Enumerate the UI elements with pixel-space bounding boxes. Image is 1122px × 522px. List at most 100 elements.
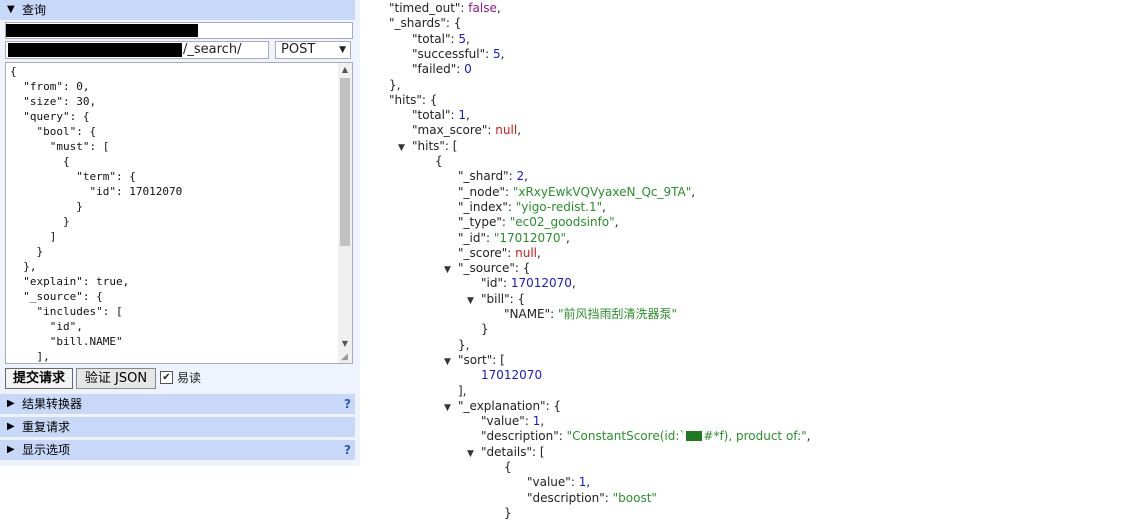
json-line: }	[481, 322, 489, 337]
json-line: "description": "boost"	[527, 491, 657, 506]
expand-toggle-icon[interactable]: ▼	[444, 355, 458, 370]
request-path-suffix: /_search/	[183, 42, 242, 57]
json-value: "boost"	[612, 490, 657, 505]
json-key: "value":	[481, 414, 533, 429]
request-path-row: /_search/ POST ▼	[5, 41, 351, 59]
query-section-header[interactable]: ▼ 查询	[0, 0, 355, 20]
json-punct: },	[389, 77, 401, 92]
json-line: "value": 1,	[481, 414, 544, 429]
json-key: "id":	[481, 276, 511, 291]
json-key: "sort":	[458, 352, 501, 367]
display-options-header[interactable]: ▶ 显示选项 ?	[0, 440, 355, 460]
json-punct: ,	[465, 108, 470, 123]
json-value: 0	[464, 62, 472, 77]
json-punct: ,	[586, 475, 591, 490]
submit-request-button[interactable]: 提交请求	[5, 368, 73, 389]
json-punct: {	[504, 460, 512, 474]
json-punct: ,	[571, 276, 576, 291]
json-punct: ,	[537, 245, 541, 260]
help-icon[interactable]: ?	[344, 394, 351, 414]
help-icon[interactable]: ?	[344, 440, 351, 460]
json-key: "_shard":	[458, 169, 517, 184]
scroll-up-icon[interactable]: ▲	[338, 63, 352, 77]
json-line: {	[435, 154, 443, 169]
collapse-triangle-icon[interactable]: ▼	[7, 0, 15, 20]
json-punct: [	[452, 138, 458, 153]
json-key: "NAME":	[504, 307, 559, 321]
json-punct: ,	[565, 230, 570, 245]
repeat-request-header[interactable]: ▶ 重复请求	[0, 417, 355, 437]
json-punct: }	[504, 505, 512, 520]
json-punct: {	[553, 398, 562, 413]
json-value: false	[468, 1, 497, 15]
json-value: "ec02_goodsinfo"	[509, 215, 615, 230]
query-body-editor[interactable]: { "from": 0, "size": 30, "query": { "boo…	[5, 62, 353, 364]
json-punct: },	[458, 337, 470, 352]
json-punct: {	[435, 154, 443, 168]
scroll-down-icon[interactable]: ▼	[338, 337, 352, 351]
json-key: "failed":	[412, 62, 465, 77]
json-line: ▼"hits": {	[386, 93, 437, 108]
validate-json-button[interactable]: 验证 JSON	[76, 368, 156, 389]
json-line: "_id": "17012070",	[458, 231, 570, 246]
json-value: 5	[458, 31, 466, 46]
host-url-input[interactable]	[5, 22, 353, 39]
json-punct: ],	[458, 383, 467, 398]
json-punct: ,	[496, 1, 501, 15]
json-line: "total": 5,	[412, 32, 470, 47]
query-panel: ▼ 查询 /_search/ POST ▼ { "from": 0, "size…	[0, 0, 360, 466]
json-line: "_index": "yigo-redist.1",	[458, 200, 606, 215]
expand-triangle-icon[interactable]: ▶	[7, 440, 15, 460]
json-punct: ,	[540, 414, 545, 429]
json-key: "_index":	[458, 199, 516, 214]
json-line: },	[458, 338, 469, 353]
json-key: "_source":	[458, 261, 523, 276]
expand-toggle-icon[interactable]: ▼	[444, 263, 458, 278]
resize-handle-icon[interactable]: ◢	[341, 352, 351, 362]
json-punct: [	[500, 352, 505, 367]
result-transformer-header[interactable]: ▶ 结果转换器 ?	[0, 394, 355, 414]
expand-triangle-icon[interactable]: ▶	[7, 417, 15, 437]
scrollbar-thumb[interactable]	[340, 78, 350, 246]
expand-toggle-icon[interactable]: ▼	[398, 141, 412, 156]
expand-triangle-icon[interactable]: ▶	[7, 394, 15, 414]
json-key: "max_score":	[412, 123, 496, 138]
expand-toggle-icon[interactable]: ▼	[467, 294, 481, 309]
json-line: ▼ "hits": [	[398, 139, 457, 154]
json-line: "_score": null,	[458, 246, 541, 261]
json-key: "_id":	[458, 230, 494, 245]
expand-toggle-icon[interactable]: ▼	[467, 447, 481, 462]
json-value: "ConstantScore(id:`	[566, 429, 686, 444]
json-line: "id": 17012070,	[481, 276, 576, 291]
json-line: ▼ "details": [	[467, 445, 545, 460]
json-key: "total":	[412, 108, 459, 123]
json-key: "timed_out":	[389, 1, 469, 15]
json-punct: ,	[517, 123, 522, 138]
redacted-path	[8, 43, 182, 57]
json-line: ▼ "_source": {	[444, 261, 530, 276]
json-punct: ,	[614, 215, 619, 230]
editor-scrollbar[interactable]: ▲ ▼	[338, 63, 352, 363]
redacted-host	[6, 24, 198, 37]
http-method-select[interactable]: POST ▼	[275, 41, 351, 59]
json-line: "NAME": "前风挡雨刮清洗器泵"	[504, 307, 677, 322]
easy-read-checkbox[interactable]: ✔	[160, 371, 173, 384]
json-punct: ,	[806, 429, 811, 444]
json-key: "description":	[527, 490, 613, 505]
expand-toggle-icon[interactable]: ▼	[444, 401, 458, 416]
json-line: {	[504, 460, 512, 475]
json-line: "successful": 5,	[412, 47, 504, 62]
json-value: null	[515, 245, 538, 260]
query-body-text[interactable]: { "from": 0, "size": 30, "query": { "boo…	[6, 63, 352, 363]
json-key: "_node":	[458, 184, 513, 199]
json-key: "value":	[527, 475, 579, 490]
json-value: 2	[516, 169, 525, 184]
dropdown-arrow-icon: ▼	[339, 45, 346, 55]
json-punct: {	[429, 92, 438, 107]
json-key: "hits":	[389, 92, 430, 107]
json-line: "description": "ConstantScore(id:` #*f), …	[481, 429, 810, 444]
json-key: "_explanation":	[458, 398, 554, 413]
json-line: 17012070	[481, 368, 542, 383]
request-path-input[interactable]: /_search/	[5, 41, 269, 59]
json-line: "_type": "ec02_goodsinfo",	[458, 215, 619, 230]
